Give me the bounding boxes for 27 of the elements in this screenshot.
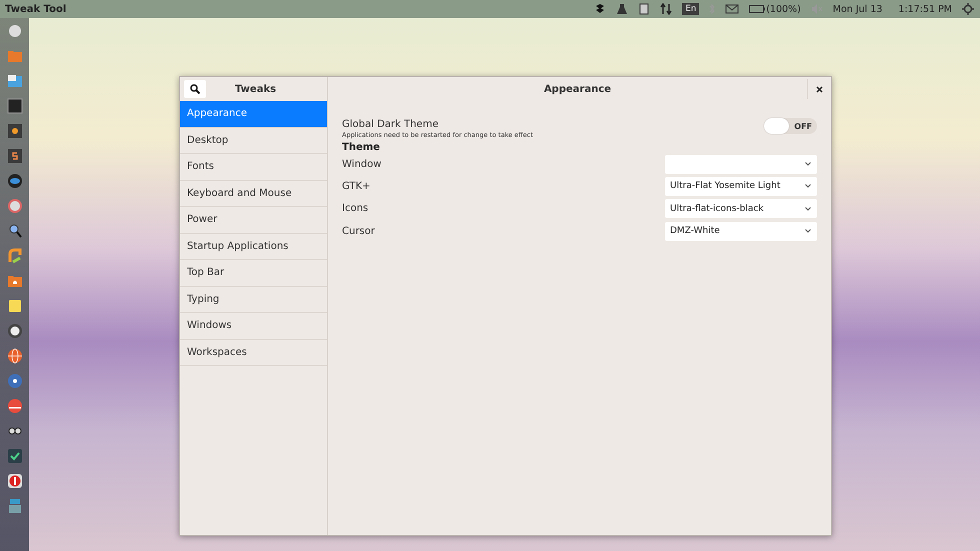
battery-percentage[interactable]: (100%) (766, 4, 801, 14)
setting-label: Global Dark Theme (342, 119, 440, 130)
sidebar-item[interactable]: Appearance (180, 101, 327, 128)
setting-label: Cursor (342, 226, 375, 237)
section-heading: Theme (342, 142, 381, 153)
theme-dropdown[interactable]: DMZ-White (665, 222, 817, 241)
app-name[interactable]: Tweak Tool (5, 4, 594, 14)
keyboard-layout-indicator[interactable]: En (682, 3, 700, 15)
sidebar-item[interactable]: Workspaces (180, 340, 327, 366)
setting-label: Icons (342, 203, 368, 214)
setting-label: Window (342, 158, 382, 170)
theme-dropdown[interactable]: Ultra-Flat Yosemite Light (665, 176, 817, 196)
window-title: Appearance (542, 84, 612, 94)
clock[interactable]: 1:17:51 PM (898, 4, 952, 14)
sidebar-item[interactable]: Fonts (180, 154, 327, 180)
sidebar-item[interactable]: Startup Applications (180, 234, 327, 260)
sidebar-item[interactable]: Power (180, 207, 327, 234)
sidebar-item[interactable]: Windows (180, 313, 327, 340)
date[interactable]: Mon Jul 13 (832, 4, 882, 14)
setting-label: GTK+ (342, 180, 370, 192)
sidebar-item[interactable]: Keyboard and Mouse (180, 180, 327, 207)
sidebar-item[interactable]: Typing (180, 286, 327, 313)
sidebar-item[interactable]: Desktop (180, 128, 327, 154)
sidebar-item[interactable]: Top Bar (180, 260, 327, 286)
sidebar-title: Tweaks (234, 84, 278, 94)
dark-theme-switch[interactable]: OFF (764, 118, 817, 134)
theme-dropdown[interactable]: Ultra-flat-icons-black (665, 199, 817, 218)
